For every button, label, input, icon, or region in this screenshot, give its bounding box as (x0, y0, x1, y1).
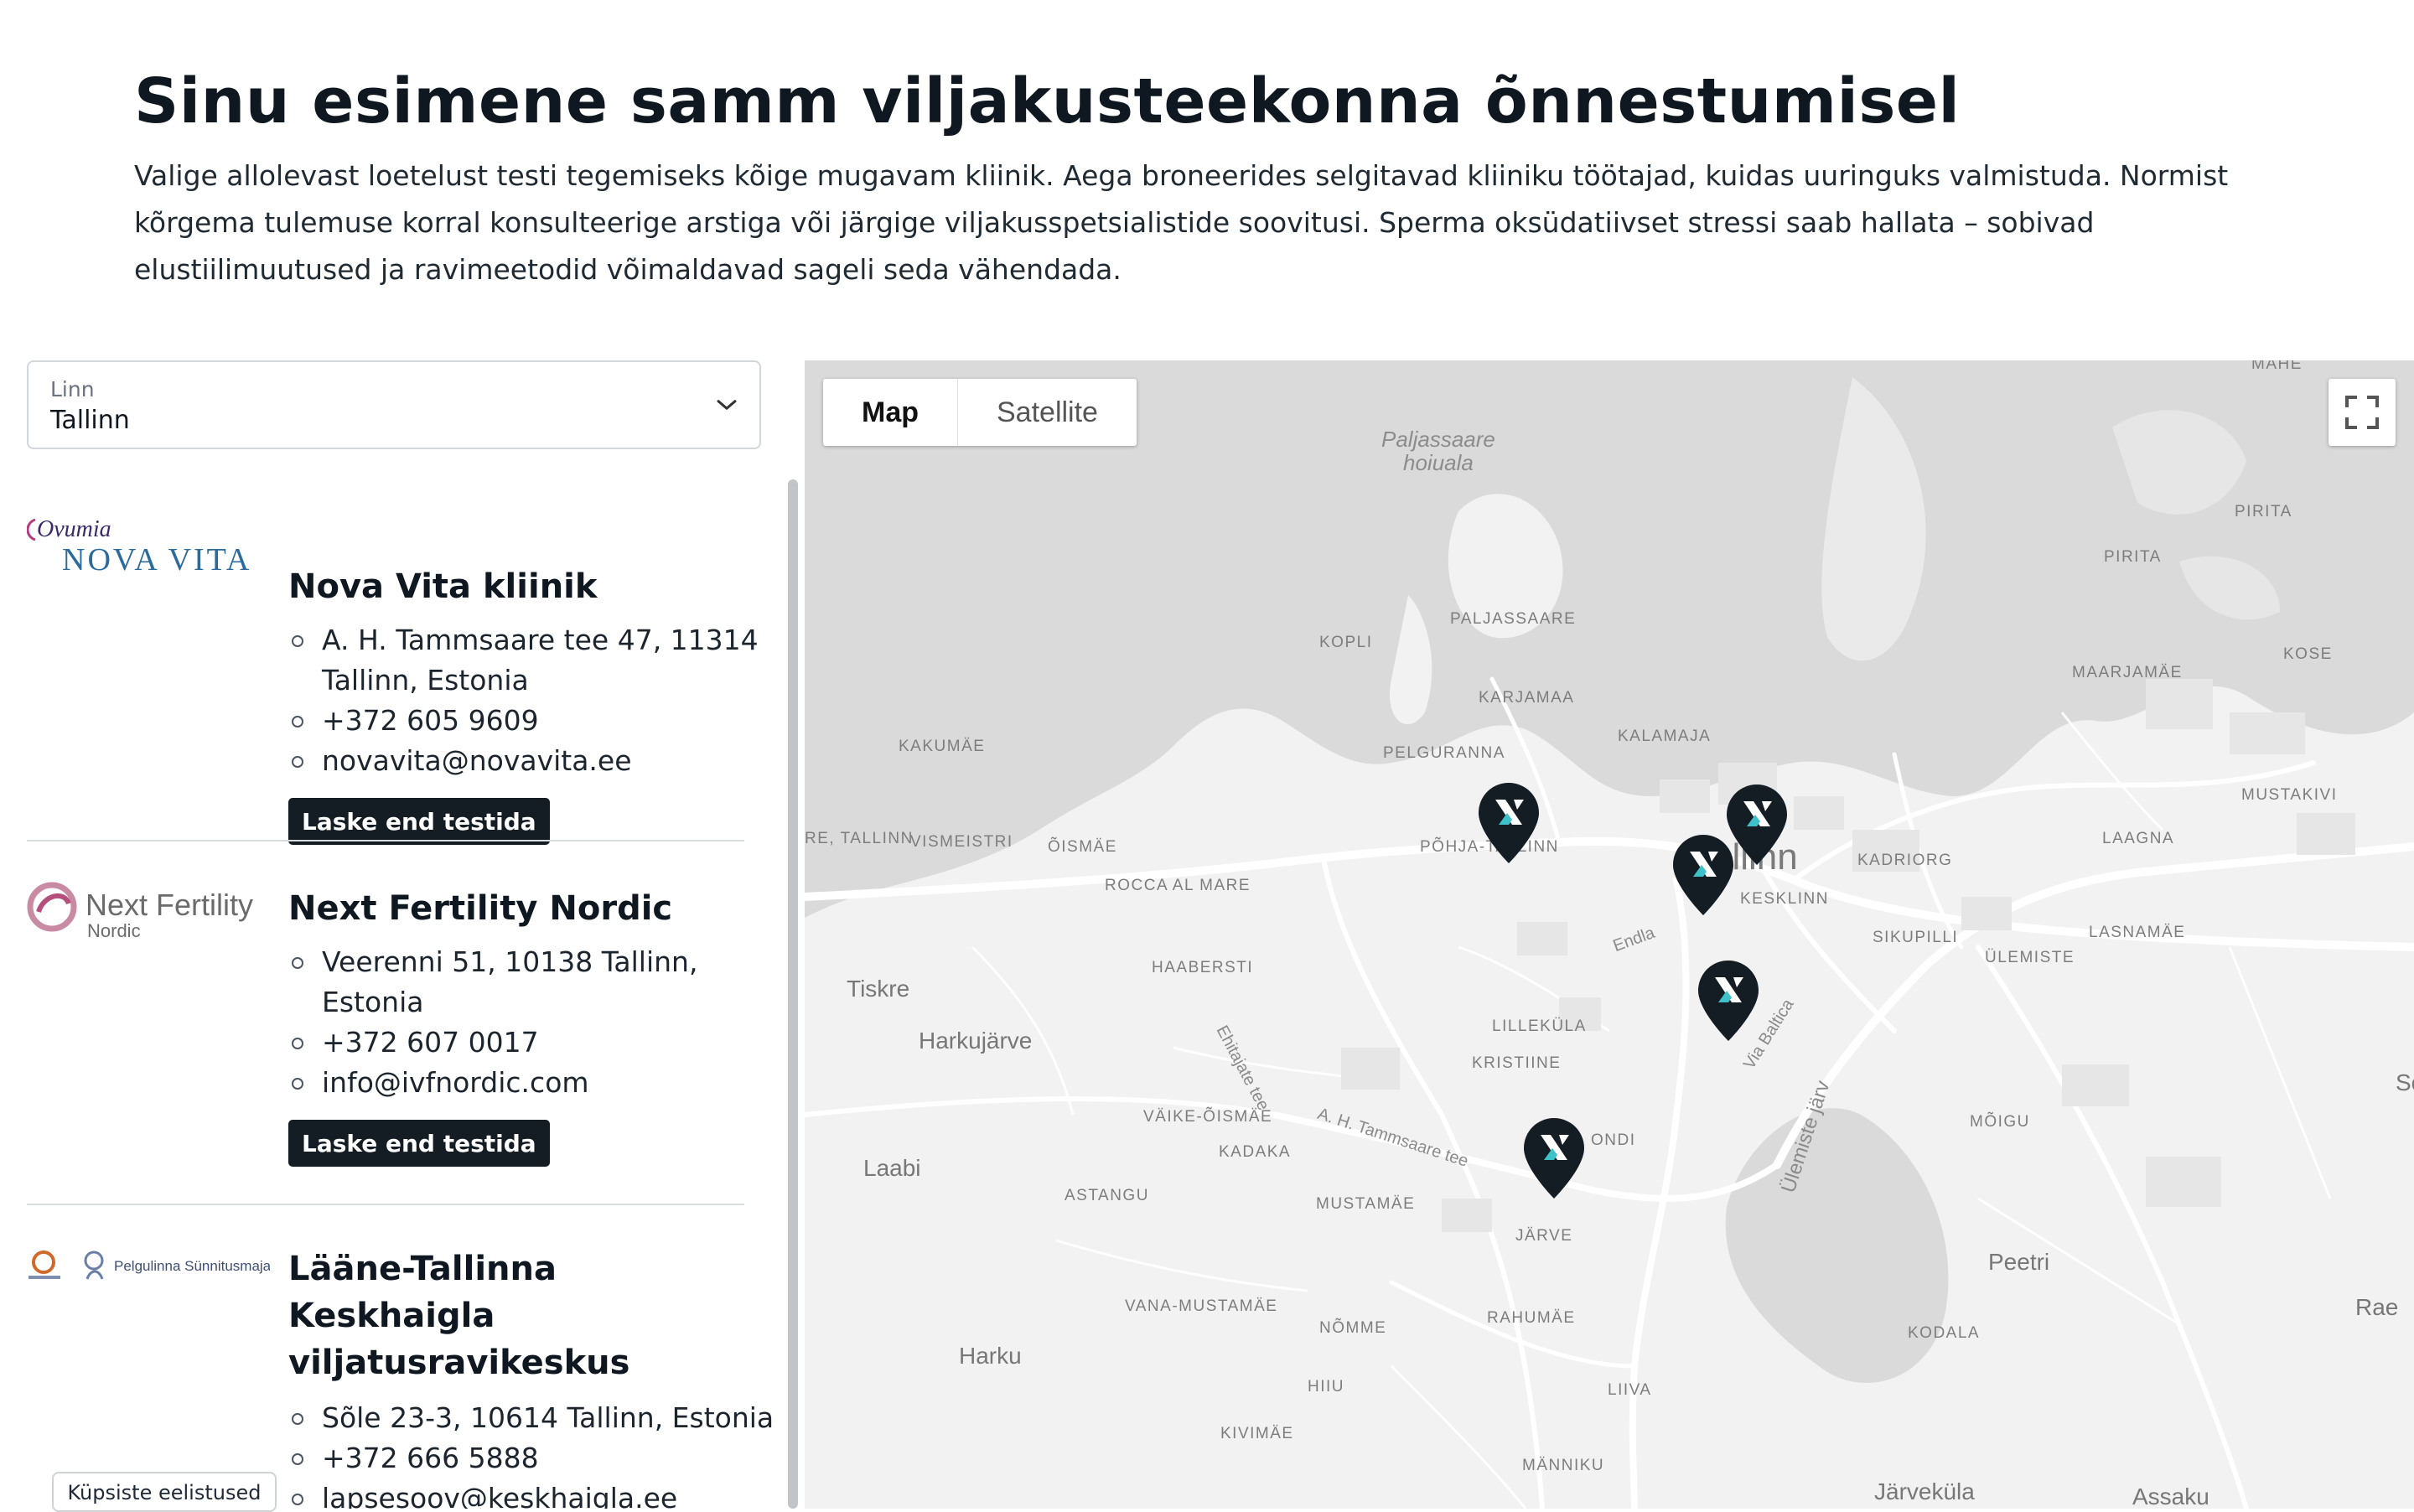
chevron-down-icon (717, 400, 737, 410)
map-label: LAAGNA (2102, 830, 2175, 847)
map-label: ROCCA AL MARE (1105, 877, 1251, 894)
svg-text:NOVA VITA: NOVA VITA (62, 542, 251, 577)
map-label: KADAKA (1219, 1143, 1292, 1161)
get-tested-button[interactable]: Laske end testida (288, 1120, 550, 1167)
list-scrollbar[interactable] (788, 479, 798, 1509)
city-select-label: Linn (50, 377, 95, 401)
map-label: So (2396, 1069, 2414, 1095)
clinic-marker-icon[interactable] (1522, 1116, 1586, 1200)
map-label: MUSTAKIVI (2241, 786, 2338, 804)
map-label: KODALA (1908, 1324, 1981, 1342)
clinic-address: Sõle 23-3, 10614 Tallinn, Estonia (292, 1398, 774, 1438)
map-label: VANA-MUSTAMÄE (1125, 1297, 1278, 1315)
page-title: Sinu esimene samm viljakusteekonna õnnes… (134, 65, 1961, 137)
map-label: MAARJAMÄE (2072, 664, 2183, 681)
map-label: KOPLI (1319, 634, 1373, 651)
map-label: Harkujärve (919, 1028, 1033, 1054)
map-label: Tiskre (847, 976, 910, 1002)
clinic-email: lapsesoov@keskhaigla.ee (292, 1478, 774, 1509)
map-label: RE, TALLINN (805, 830, 914, 847)
map-label: Rae (2355, 1294, 2399, 1320)
map-label: Harku (959, 1343, 1022, 1369)
cookie-preferences-button[interactable]: Küpsiste eelistused (52, 1472, 277, 1512)
map[interactable]: Paljassaare hoiuala PALJASSAARE KOPLI KAR… (805, 360, 2414, 1509)
city-select-value: Tallinn (50, 406, 130, 435)
map-label: LILLEKÜLA (1492, 1017, 1587, 1035)
clinic-marker-icon[interactable] (1697, 959, 1760, 1043)
map-label: LASNAMÄE (2089, 924, 2186, 941)
clinic-details: A. H. Tammsaare tee 47, 11314 Tallinn, Es… (288, 620, 774, 781)
clinic-address: Veerenni 51, 10138 Tallinn, Estonia (292, 942, 774, 1023)
clinic-marker-icon[interactable] (1477, 781, 1541, 865)
intro-text: Valige allolevast loetelust testi tegemi… (134, 159, 2229, 286)
map-label: Paljassaare hoiuala (1381, 427, 1495, 475)
map-label: KARJAMAA (1479, 689, 1575, 707)
clinic-details: Sõle 23-3, 10614 Tallinn, Estonia +372 6… (288, 1398, 774, 1509)
map-label: LIIVA (1608, 1381, 1652, 1399)
map-label: KRISTIINE (1472, 1054, 1562, 1072)
clinic-email: novavita@novavita.ee (292, 741, 774, 781)
map-label: KAKUMÄE (899, 738, 986, 755)
clinic-name: Next Fertility Nordic (288, 889, 673, 928)
nova-vita-logo: Ovumia NOVA VITA (27, 516, 251, 577)
svg-text:Ovumia: Ovumia (37, 516, 111, 542)
divider (27, 840, 744, 841)
map-label: SIKUPILLI (1873, 929, 1959, 946)
map-label: Järveküla (1874, 1478, 1975, 1504)
clinic-phone: +372 666 5888 (292, 1438, 774, 1478)
map-label: VISMEISTRI (910, 833, 1013, 851)
map-label: KADRIORG (1857, 852, 1953, 869)
get-tested-button[interactable]: Laske end testida (288, 798, 550, 845)
map-tab-map[interactable]: Map (823, 379, 958, 446)
map-label: HAABERSTI (1152, 959, 1254, 976)
map-label: Peetri (1988, 1249, 2050, 1275)
clinic-address: A. H. Tammsaare tee 47, 11314 Tallinn, Es… (292, 620, 774, 701)
clinic-list: Ovumia NOVA VITA Nova Vita kliinik A. H.… (0, 469, 788, 1509)
clinic-phone: +372 605 9609 (292, 701, 774, 741)
map-label: KIVIMÄE (1220, 1425, 1294, 1442)
map-label: PIRITA (2104, 548, 2162, 566)
next-fertility-logo: Next Fertility Nordic (27, 882, 253, 941)
map-label: PALJASSAARE (1450, 610, 1577, 628)
svg-text:Pelgulinna Sünnitusmaja: Pelgulinna Sünnitusmaja (114, 1258, 270, 1274)
clinic-name: Nova Vita kliinik (288, 567, 598, 606)
map-label: PIRITA (2235, 503, 2292, 520)
clinic-marker-icon[interactable] (1725, 783, 1789, 867)
divider (27, 1204, 744, 1205)
map-label: KALAMAJA (1618, 728, 1712, 745)
clinic-email: info@ivfnordic.com (292, 1063, 774, 1103)
map-label: NÕMME (1319, 1319, 1387, 1337)
map-label: MAHE (2251, 360, 2303, 373)
map-label: Laabi (863, 1155, 921, 1181)
map-label: RAHUMÄE (1487, 1309, 1576, 1327)
map-label: MÄNNIKU (1522, 1457, 1605, 1474)
map-label: Assaku (2132, 1484, 2209, 1509)
map-label: JÄRVE (1515, 1227, 1573, 1245)
map-label: HIIU (1308, 1378, 1344, 1395)
clinic-details: Veerenni 51, 10138 Tallinn, Estonia +372 … (288, 942, 774, 1103)
map-label: MÕIGU (1970, 1113, 2030, 1131)
svg-text:Nordic: Nordic (87, 920, 141, 941)
map-label: PELGURANNA (1383, 744, 1505, 762)
map-label: MUSTAMÄE (1316, 1195, 1416, 1213)
map-label: ÕISMÄE (1048, 838, 1117, 856)
map-label: KESKLINN (1740, 890, 1829, 908)
map-label: ONDI (1591, 1131, 1636, 1149)
map-label: ÜLEMISTE (1985, 949, 2075, 966)
pelgulinna-logo: Pelgulinna Sünnitusmaja (28, 1251, 270, 1280)
map-label: KOSE (2283, 645, 2333, 663)
fullscreen-icon (2345, 396, 2379, 429)
svg-text:Next Fertility: Next Fertility (85, 888, 253, 922)
map-label: ASTANGU (1065, 1187, 1149, 1204)
clinic-name: Lääne-Tallinna Keskhaigla viljatusravikesk… (288, 1250, 630, 1382)
city-select[interactable]: Linn Tallinn (27, 360, 761, 449)
map-tab-satellite[interactable]: Satellite (958, 379, 1137, 446)
map-type-toggle: Map Satellite (823, 379, 1137, 446)
fullscreen-button[interactable] (2329, 379, 2396, 446)
clinic-phone: +372 607 0017 (292, 1023, 774, 1063)
